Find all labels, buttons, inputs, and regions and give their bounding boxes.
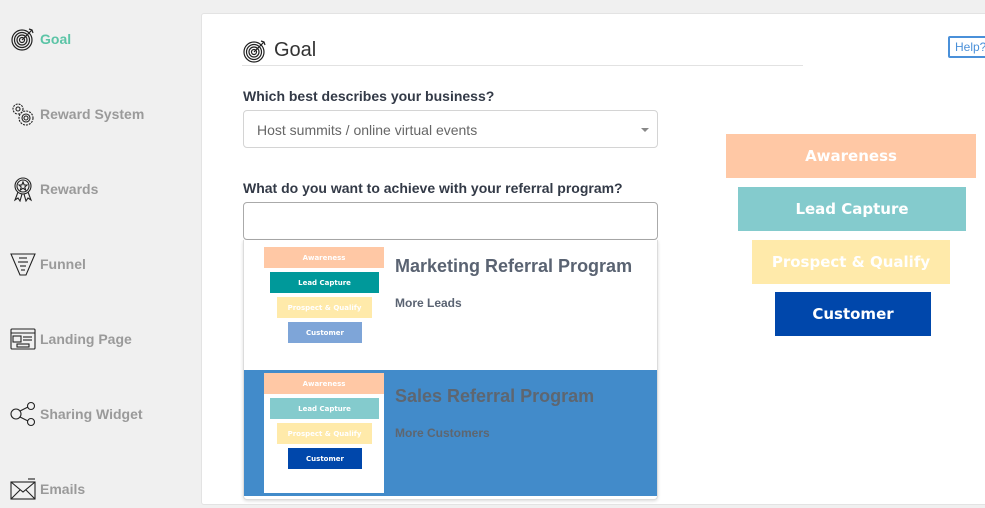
envelope-icon (10, 476, 36, 502)
share-icon (10, 401, 36, 427)
award-ribbon-icon (10, 176, 36, 202)
funnel-step-customer: Customer (288, 448, 362, 469)
option-marketing-referral-program[interactable]: Awareness Lead Capture Prospect & Qualif… (244, 240, 657, 366)
funnel-thumbnail: Awareness Lead Capture Prospect & Qualif… (264, 373, 384, 493)
goal-question-label: What do you want to achieve with your re… (243, 180, 623, 196)
option-subtitle: More Leads (395, 296, 462, 310)
option-title: Marketing Referral Program (395, 256, 633, 276)
sidebar-item-emails[interactable]: Emails (10, 475, 85, 503)
funnel-step-lead-capture: Lead Capture (270, 398, 379, 419)
page-title: Goal (274, 39, 317, 61)
goal-select[interactable] (243, 202, 658, 240)
sidebar-item-label: Sharing Widget (40, 406, 143, 422)
funnel-step-customer: Customer (775, 292, 931, 336)
funnel-preview: Awareness Lead Capture Prospect & Qualif… (726, 134, 976, 338)
funnel-step-awareness: Awareness (264, 247, 384, 268)
option-sales-referral-program[interactable]: Awareness Lead Capture Prospect & Qualif… (244, 370, 657, 496)
sidebar-item-sharing-widget[interactable]: Sharing Widget (10, 400, 143, 428)
business-question-label: Which best describes your business? (243, 88, 495, 104)
sidebar: Goal Reward System Rewards Funnel Landin… (0, 0, 200, 508)
funnel-step-prospect: Prospect & Qualify (752, 240, 950, 284)
funnel-thumbnail: Awareness Lead Capture Prospect & Qualif… (264, 243, 384, 363)
goal-dropdown-menu: Awareness Lead Capture Prospect & Qualif… (243, 240, 658, 500)
funnel-step-prospect: Prospect & Qualify (277, 423, 372, 444)
sidebar-item-label: Emails (40, 481, 86, 497)
sidebar-item-rewards[interactable]: Rewards (10, 175, 98, 203)
funnel-step-customer: Customer (288, 322, 362, 343)
business-type-value: Host summits / online virtual events (257, 122, 478, 138)
help-button[interactable]: Help? (948, 36, 985, 58)
sidebar-item-label: Reward System (40, 106, 145, 122)
funnel-step-lead-capture: Lead Capture (270, 272, 379, 293)
sidebar-item-label: Rewards (40, 181, 99, 197)
sidebar-item-funnel[interactable]: Funnel (10, 250, 86, 278)
option-subtitle: More Customers (395, 426, 490, 440)
funnel-step-lead-capture: Lead Capture (738, 187, 966, 231)
funnel-icon (10, 251, 36, 277)
option-title: Sales Referral Program (395, 386, 595, 406)
sidebar-item-goal[interactable]: Goal (10, 25, 71, 53)
gears-icon (10, 101, 36, 127)
sidebar-item-label: Goal (40, 31, 72, 47)
target-icon (242, 38, 268, 64)
chevron-down-icon (641, 128, 649, 132)
funnel-step-prospect: Prospect & Qualify (277, 297, 372, 318)
target-icon (10, 26, 36, 52)
page-header: Goal (242, 36, 803, 66)
sidebar-item-landing-page[interactable]: Landing Page (10, 325, 132, 353)
funnel-step-awareness: Awareness (726, 134, 976, 178)
sidebar-item-label: Landing Page (40, 331, 132, 347)
webpage-icon (10, 326, 36, 352)
sidebar-item-reward-system[interactable]: Reward System (10, 100, 144, 128)
sidebar-item-label: Funnel (40, 256, 86, 272)
funnel-step-awareness: Awareness (264, 373, 384, 394)
business-type-select[interactable]: Host summits / online virtual events (243, 110, 658, 148)
